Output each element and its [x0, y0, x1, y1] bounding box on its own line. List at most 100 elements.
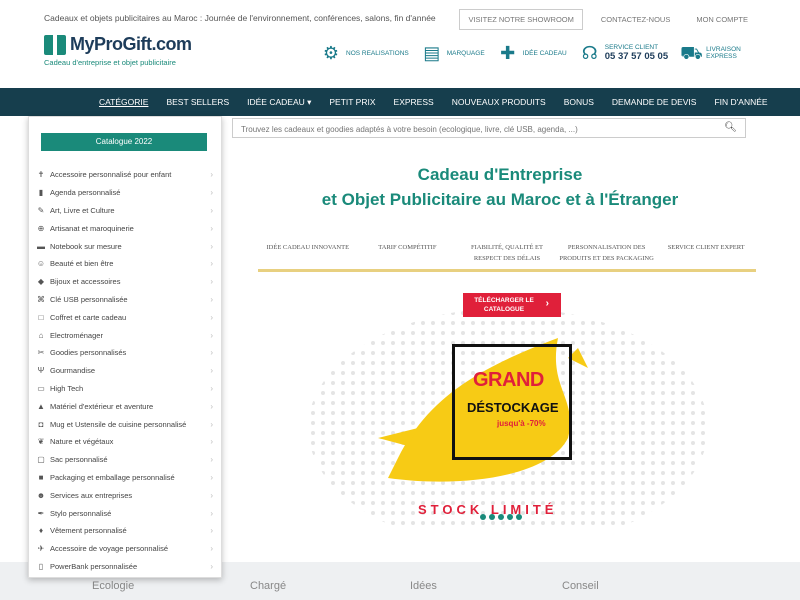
nav-best-sellers[interactable]: BEST SELLERS [157, 97, 238, 107]
category-item[interactable]: ✂ Goodies personnalisés › [35, 344, 217, 362]
chevron-right-icon: › [210, 401, 213, 411]
realisations-link[interactable]: ⚙ NOS REALISATIONS [320, 42, 409, 64]
marquage-link[interactable]: ▤ MARQUAGE [421, 42, 485, 64]
users-icon: ☻ [36, 490, 46, 500]
carousel-dot[interactable] [489, 514, 495, 520]
search-input[interactable] [233, 120, 713, 139]
leaf-icon: ❦ [37, 437, 45, 447]
battery-icon: ▯ [38, 561, 44, 571]
category-item[interactable]: ⊕ Artisanat et maroquinerie › [35, 219, 217, 237]
nav-petit-prix[interactable]: PETIT PRIX [320, 97, 384, 107]
category-label: Art, Livre et Culture [50, 205, 115, 215]
category-item[interactable]: ■ Packaging et emballage personnalisé › [35, 469, 217, 487]
usb-icon: ⌘ [37, 294, 45, 304]
download-catalogue-button[interactable]: TÉLÉCHARGER LE CATALOGUE › [463, 293, 561, 317]
category-item[interactable]: ▢ Sac personnalisé › [35, 451, 217, 469]
features-bar: IDÉE CADEAU INNOVANTE TARIF COMPÉTITIF F… [258, 236, 756, 272]
category-item[interactable]: ❦ Nature et végétaux › [35, 433, 217, 451]
category-label: Notebook sur mesure [50, 241, 122, 251]
livraison-label: LIVRAISON EXPRESS [706, 46, 741, 60]
chevron-right-icon: › [210, 437, 213, 447]
realisations-label: NOS REALISATIONS [346, 49, 409, 57]
gift-logo-icon [44, 34, 66, 55]
chevron-right-icon: › [210, 170, 213, 180]
livraison-link[interactable]: ⛟ LIVRAISON EXPRESS [680, 42, 744, 64]
category-label: Vêtement personnalisé [50, 526, 127, 536]
category-item[interactable]: ⌘ Clé USB personnalisée › [35, 291, 217, 309]
nav-express[interactable]: EXPRESS [385, 97, 443, 107]
headset-icon: ☊ [581, 43, 598, 63]
category-item[interactable]: ♦ Vêtement personnalisé › [35, 522, 217, 540]
category-item[interactable]: ✈ Accessoire de voyage personnalisé › [35, 540, 217, 558]
category-label: Accessoire personnalisé pour enfant [50, 170, 172, 180]
feature-service: SERVICE CLIENT EXPERT [667, 244, 745, 251]
category-item[interactable]: ▮ Agenda personnalisé › [35, 184, 217, 202]
category-item[interactable]: ◆ Bijoux et accessoires › [35, 273, 217, 291]
chevron-right-icon: › [210, 472, 213, 482]
category-item[interactable]: ☻ Services aux entreprises › [35, 486, 217, 504]
title-line-1: Cadeau d'Entreprise [417, 165, 583, 184]
category-item[interactable]: ▲ Matériel d'extérieur et aventure › [35, 397, 217, 415]
chevron-right-icon: › [210, 561, 213, 571]
footer-charge[interactable]: Chargé [250, 580, 286, 592]
marquage-label: MARQUAGE [446, 49, 485, 57]
category-item[interactable]: ✎ Art, Livre et Culture › [35, 202, 217, 220]
category-item[interactable]: ◘ Mug et Ustensile de cuisine personnalis… [35, 415, 217, 433]
brush-icon: ✎ [37, 205, 45, 215]
promo-box[interactable]: GRAND DÉSTOCKAGE jusqu'à -70% [452, 344, 572, 460]
category-label: Coffret et carte cadeau [50, 312, 127, 322]
nav-categorie[interactable]: CATÉGORIE [90, 97, 157, 107]
nav-idee-cadeau[interactable]: IDÉE CADEAU ▾ [238, 97, 320, 108]
nav-demande-devis[interactable]: DEMANDE DE DEVIS [603, 97, 706, 107]
category-label: Matériel d'extérieur et aventure [50, 401, 154, 411]
category-item[interactable]: ⌂ Electroménager › [35, 326, 217, 344]
main-nav: CATÉGORIE BEST SELLERS IDÉE CADEAU ▾ PET… [0, 88, 800, 116]
category-item[interactable]: Ψ Gourmandise › [35, 362, 217, 380]
carousel-dot[interactable] [516, 514, 522, 520]
carousel-dot[interactable] [480, 514, 486, 520]
category-label: Bijoux et accessoires [50, 277, 121, 287]
gem-icon: ◆ [37, 277, 45, 287]
carousel-dot[interactable] [507, 514, 513, 520]
nav-fin-annee[interactable]: FIN D'ANNÉE [705, 97, 776, 107]
nav-nouveaux-produits[interactable]: NOUVEAUX PRODUITS [443, 97, 555, 107]
category-label: Sac personnalisé [50, 455, 108, 465]
category-item[interactable]: ✝ Accessoire personnalisé pour enfant › [35, 166, 217, 184]
catalogue-button[interactable]: Catalogue 2022 [41, 133, 207, 151]
footer-ecologie[interactable]: Ecologie [92, 580, 134, 592]
utensils-icon: Ψ [37, 366, 45, 376]
showroom-link[interactable]: VISITEZ NOTRE SHOWROOM [459, 9, 583, 30]
service-client-link[interactable]: ☊ SERVICE CLIENT 05 37 57 05 05 [579, 42, 668, 64]
clipboard-icon: ▤ [423, 43, 441, 63]
chevron-right-icon: › [210, 348, 213, 358]
page-title: Cadeau d'Entreprise et Objet Publicitair… [230, 162, 770, 212]
contact-link[interactable]: CONTACTEZ-NOUS [593, 10, 678, 29]
category-item[interactable]: ▭ High Tech › [35, 380, 217, 398]
carousel-dot[interactable] [498, 514, 504, 520]
category-item[interactable]: ▯ PowerBank personnalisée › [35, 558, 217, 576]
chevron-right-icon: › [210, 205, 213, 215]
chevron-right-icon: › [210, 508, 213, 518]
chevron-right-icon: › [210, 277, 213, 287]
gears-icon: ⚙ [322, 43, 340, 63]
category-item[interactable]: ▬ Notebook sur mesure › [35, 237, 217, 255]
footer-idees[interactable]: Idées [410, 580, 437, 592]
footer-conseil[interactable]: Conseil [562, 580, 599, 592]
category-item[interactable]: ☺ Beauté et bien être › [35, 255, 217, 273]
idee-cadeau-link[interactable]: ✚ IDÉE CADEAU [497, 42, 567, 64]
chevron-right-icon: › [210, 366, 213, 376]
logo[interactable]: MyProGift.com [44, 34, 192, 55]
category-label: Agenda personnalisé [50, 188, 121, 198]
category-item[interactable]: □ Coffret et carte cadeau › [35, 308, 217, 326]
category-dropdown: Catalogue 2022 ✝ Accessoire personnalisé … [28, 116, 222, 578]
account-link[interactable]: MON COMPTE [688, 10, 756, 29]
category-label: Beauté et bien être [50, 259, 114, 269]
search-icon[interactable]: 🔍︎ [724, 122, 737, 133]
chevron-right-icon: › [210, 455, 213, 465]
chevron-right-icon: › [210, 419, 213, 429]
category-item[interactable]: ✒ Stylo personnalisé › [35, 504, 217, 522]
header-services: ⚙ NOS REALISATIONS ▤ MARQUAGE ✚ IDÉE CAD… [320, 42, 744, 64]
square-icon: □ [38, 312, 44, 322]
box-icon: ■ [38, 472, 44, 482]
nav-bonus[interactable]: BONUS [555, 97, 603, 107]
